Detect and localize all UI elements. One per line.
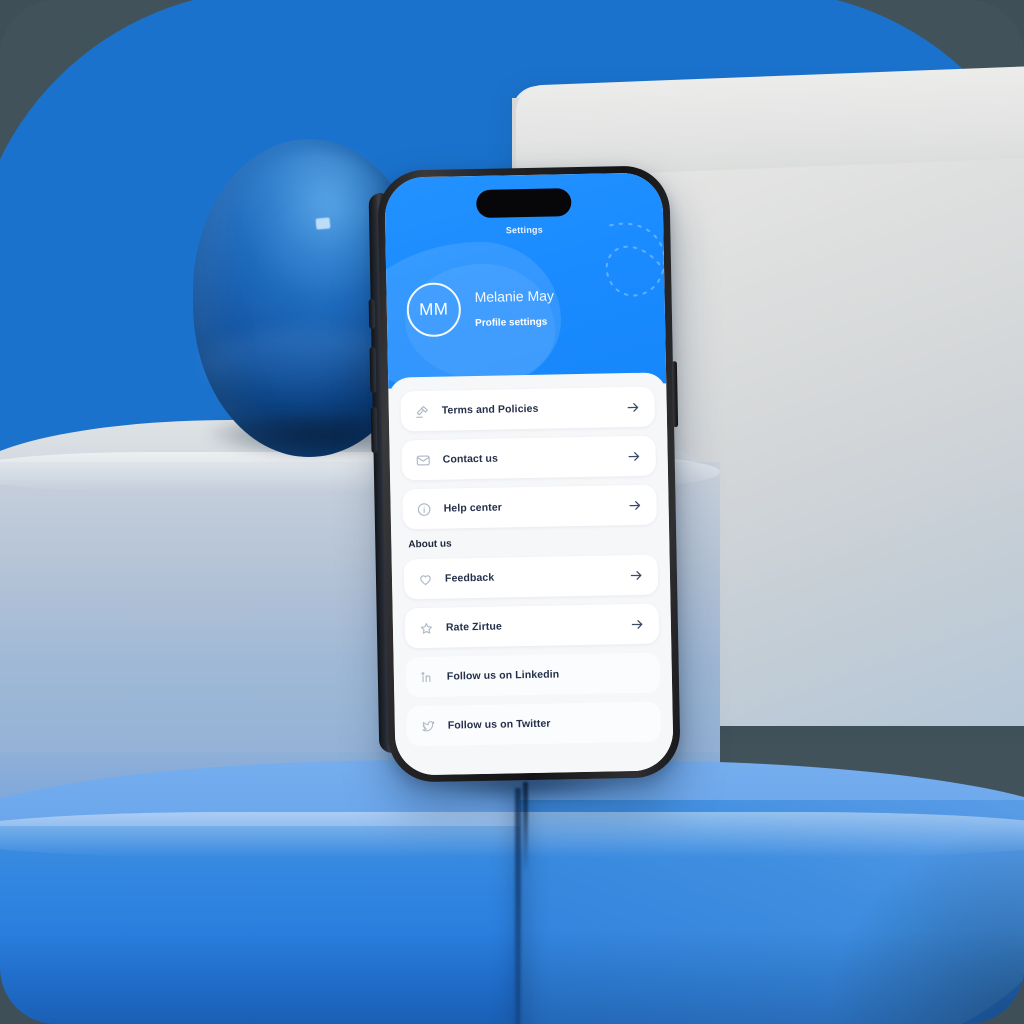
silent-switch[interactable] (368, 298, 376, 330)
arrow-right-icon (627, 448, 642, 463)
dotted-loop-decoration (605, 222, 667, 331)
list-item-help-center[interactable]: Help center (402, 484, 657, 530)
list-item-terms-and-policies[interactable]: Terms and Policies (400, 386, 656, 432)
section-title-about-us: About us (408, 538, 452, 551)
profile-text: Melanie May Profile settings (474, 287, 554, 329)
list-item-label: Feedback (444, 571, 495, 585)
avatar: MM (406, 282, 462, 338)
volume-down-button[interactable] (370, 406, 378, 454)
dynamic-island (476, 188, 572, 218)
phone-base-seam (523, 782, 528, 872)
list-item-label: Help center (443, 501, 503, 515)
list-item-label: Follow us on Twitter (447, 717, 551, 732)
arrow-right-icon (626, 399, 641, 414)
profile-name: Melanie May (474, 287, 555, 306)
product-mockup-scene: Settings MM Melanie May Profile settings (0, 0, 1024, 1024)
list-item-follow-linkedin[interactable]: Follow us on Linkedin (405, 652, 661, 698)
list-item-feedback[interactable]: Feedback (403, 554, 659, 600)
list-item-follow-twitter[interactable]: Follow us on Twitter (406, 701, 662, 747)
settings-sheet: Terms and Policies Contact us Help cente… (388, 372, 674, 776)
list-item-contact-us[interactable]: Contact us (401, 435, 657, 481)
list-item-label: Terms and Policies (441, 402, 539, 417)
corner-shadow (824, 824, 1024, 1024)
sphere-specular-highlight (315, 217, 331, 230)
phone-mockup: Settings MM Melanie May Profile settings (368, 165, 681, 783)
twitter-icon (421, 718, 436, 733)
info-circle-icon (417, 501, 432, 516)
linkedin-icon (420, 669, 435, 684)
list-item-label: Follow us on Linkedin (446, 668, 560, 683)
envelope-icon (416, 452, 431, 467)
arrow-right-icon (629, 567, 644, 582)
phone-frame: Settings MM Melanie May Profile settings (377, 165, 681, 783)
list-item-label: Contact us (442, 452, 499, 466)
profile-subtitle: Profile settings (474, 316, 548, 330)
gavel-icon (415, 403, 430, 418)
arrow-right-icon (630, 616, 645, 631)
list-item-label: Rate Zirtue (445, 620, 502, 634)
arrow-right-icon (627, 497, 642, 512)
volume-up-button[interactable] (369, 346, 377, 394)
phone-screen: Settings MM Melanie May Profile settings (384, 172, 674, 776)
star-icon (419, 620, 434, 635)
list-item-rate-zirtue[interactable]: Rate Zirtue (404, 603, 660, 649)
heart-icon (418, 571, 433, 586)
profile-block[interactable]: MM Melanie May Profile settings (406, 280, 554, 338)
settings-header: Settings MM Melanie May Profile settings (384, 172, 667, 389)
